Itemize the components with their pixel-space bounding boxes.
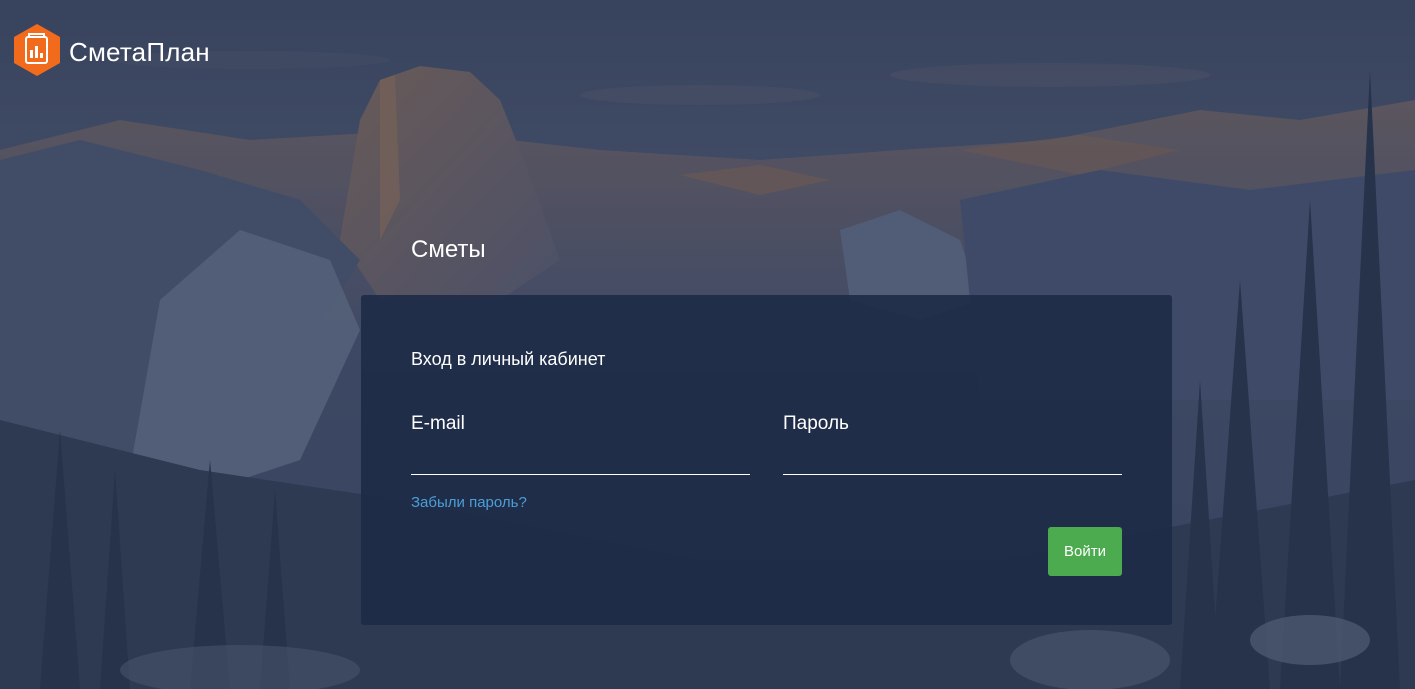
email-label: E-mail bbox=[411, 413, 465, 434]
forgot-password-link[interactable]: Забыли пароль? bbox=[411, 494, 527, 511]
email-input[interactable] bbox=[411, 447, 750, 475]
email-field-group: E-mail bbox=[411, 413, 750, 475]
login-panel: Вход в личный кабинет E-mail Пароль Забы… bbox=[361, 295, 1172, 625]
calculator-chart-hex-icon bbox=[11, 22, 63, 83]
brand-logo[interactable]: СметаПлан bbox=[11, 22, 210, 83]
password-label: Пароль bbox=[783, 413, 849, 434]
password-field-group: Пароль bbox=[783, 413, 1122, 475]
password-input[interactable] bbox=[783, 447, 1122, 475]
login-heading: Вход в личный кабинет bbox=[411, 349, 606, 369]
login-button[interactable]: Войти bbox=[1048, 527, 1122, 576]
page-title: Сметы bbox=[411, 236, 486, 263]
brand-name: СметаПлан bbox=[69, 37, 210, 67]
